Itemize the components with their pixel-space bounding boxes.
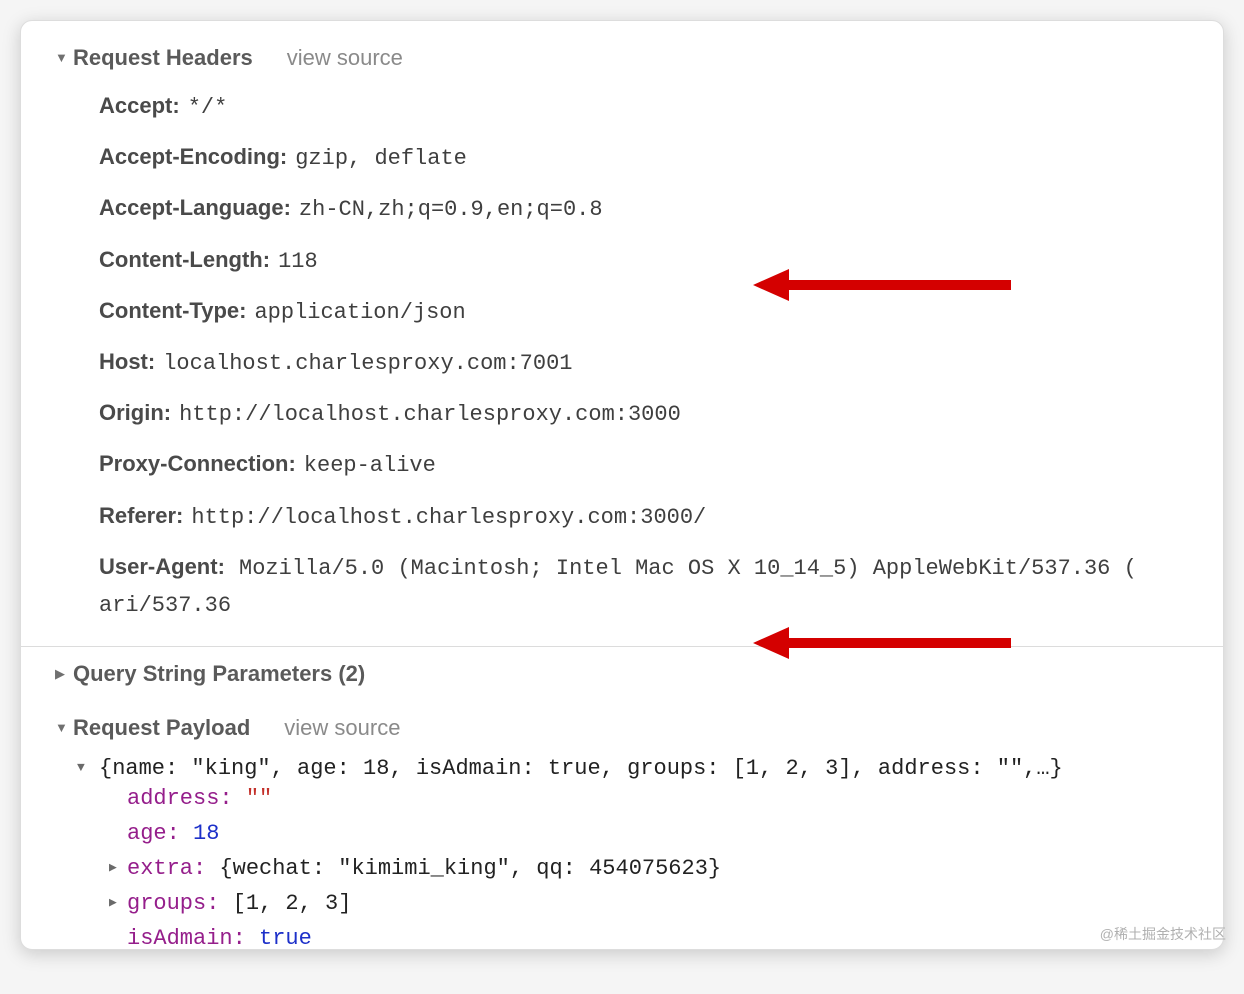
- payload-value: 18: [193, 821, 219, 846]
- payload-key: isAdmain:: [127, 926, 246, 950]
- tree-toggle-icon[interactable]: [109, 895, 117, 910]
- payload-value: [1, 2, 3]: [233, 891, 352, 916]
- section-title[interactable]: Request Headers: [73, 45, 253, 71]
- header-name: Origin:: [99, 395, 171, 430]
- header-row-referer: Referer: http://localhost.charlesproxy.c…: [99, 491, 1223, 542]
- view-source-link[interactable]: view source: [287, 45, 403, 71]
- header-name: Content-Length:: [99, 242, 270, 277]
- payload-key: address:: [127, 786, 233, 811]
- header-value: zh-CN,zh;q=0.9,en;q=0.8: [299, 192, 603, 227]
- payload-prop-extra[interactable]: extra: {wechat: "kimimi_king", qq: 45407…: [127, 851, 1223, 886]
- header-row-origin: Origin: http://localhost.charlesproxy.co…: [99, 388, 1223, 439]
- watermark-text: @稀土掘金技术社区: [1100, 924, 1226, 944]
- section-header: Request Payload view source: [21, 715, 1223, 751]
- payload-key: groups:: [127, 891, 219, 916]
- payload-value: true: [259, 926, 312, 950]
- header-value: application/json: [254, 295, 465, 330]
- payload-prop-groups[interactable]: groups: [1, 2, 3]: [127, 886, 1223, 921]
- payload-value: "": [246, 786, 272, 811]
- disclosure-toggle[interactable]: [55, 665, 65, 682]
- header-value-wrap: ari/537.36: [99, 593, 231, 618]
- header-value: keep-alive: [304, 448, 436, 483]
- payload-tree: {name: "king", age: 18, isAdmain: true, …: [21, 751, 1223, 950]
- payload-key: extra:: [127, 856, 206, 881]
- header-value: localhost.charlesproxy.com:7001: [163, 346, 572, 381]
- header-value: Mozilla/5.0 (Macintosh; Intel Mac OS X 1…: [239, 556, 1137, 581]
- header-name: Accept:: [99, 88, 180, 123]
- section-request-headers: Request Headers view source Accept: */* …: [21, 39, 1223, 642]
- header-name: Accept-Language:: [99, 190, 291, 225]
- section-title[interactable]: Query String Parameters (2): [73, 661, 365, 687]
- header-name: Proxy-Connection:: [99, 446, 296, 481]
- disclosure-toggle[interactable]: [55, 49, 68, 65]
- header-value: */*: [188, 90, 228, 125]
- header-name: Referer:: [99, 498, 183, 533]
- header-row-content-type: Content-Type: application/json: [99, 286, 1223, 337]
- devtools-network-panel: Request Headers view source Accept: */* …: [20, 20, 1224, 950]
- payload-prop-isadmain[interactable]: isAdmain: true: [127, 921, 1223, 950]
- payload-root[interactable]: {name: "king", age: 18, isAdmain: true, …: [99, 751, 1223, 950]
- section-query-string: Query String Parameters (2): [21, 655, 1223, 709]
- header-name: User-Agent:: [99, 554, 225, 579]
- header-value: http://localhost.charlesproxy.com:3000/: [191, 500, 706, 535]
- header-row-accept: Accept: */*: [99, 81, 1223, 132]
- header-row-content-length: Content-Length: 118: [99, 235, 1223, 286]
- payload-prop-age[interactable]: age: 18: [127, 816, 1223, 851]
- section-request-payload: Request Payload view source {name: "king…: [21, 709, 1223, 950]
- payload-summary: {name: "king", age: 18, isAdmain: true, …: [99, 756, 1063, 781]
- tree-toggle-icon[interactable]: [109, 860, 117, 875]
- header-row-proxy-connection: Proxy-Connection: keep-alive: [99, 439, 1223, 490]
- header-name: Accept-Encoding:: [99, 139, 287, 174]
- header-row-host: Host: localhost.charlesproxy.com:7001: [99, 337, 1223, 388]
- section-header: Request Headers view source: [21, 45, 1223, 81]
- header-row-accept-encoding: Accept-Encoding: gzip, deflate: [99, 132, 1223, 183]
- section-title[interactable]: Request Payload: [73, 715, 250, 741]
- header-row-user-agent: User-Agent: Mozilla/5.0 (Macintosh; Inte…: [99, 542, 1223, 630]
- section-divider: [21, 646, 1223, 647]
- header-value: http://localhost.charlesproxy.com:3000: [179, 397, 681, 432]
- header-row-accept-language: Accept-Language: zh-CN,zh;q=0.9,en;q=0.8: [99, 183, 1223, 234]
- payload-value: {wechat: "kimimi_king", qq: 454075623}: [219, 856, 721, 881]
- header-value: 118: [278, 244, 318, 279]
- tree-toggle-icon[interactable]: [77, 760, 85, 775]
- disclosure-toggle[interactable]: [55, 719, 68, 735]
- payload-key: age:: [127, 821, 180, 846]
- section-header: Query String Parameters (2): [21, 661, 1223, 697]
- header-value: gzip, deflate: [295, 141, 467, 176]
- request-headers-list: Accept: */* Accept-Encoding: gzip, defla…: [21, 81, 1223, 630]
- header-name: Host:: [99, 344, 155, 379]
- payload-prop-address[interactable]: address: "": [127, 781, 1223, 816]
- header-name: Content-Type:: [99, 293, 246, 328]
- view-source-link[interactable]: view source: [284, 715, 400, 741]
